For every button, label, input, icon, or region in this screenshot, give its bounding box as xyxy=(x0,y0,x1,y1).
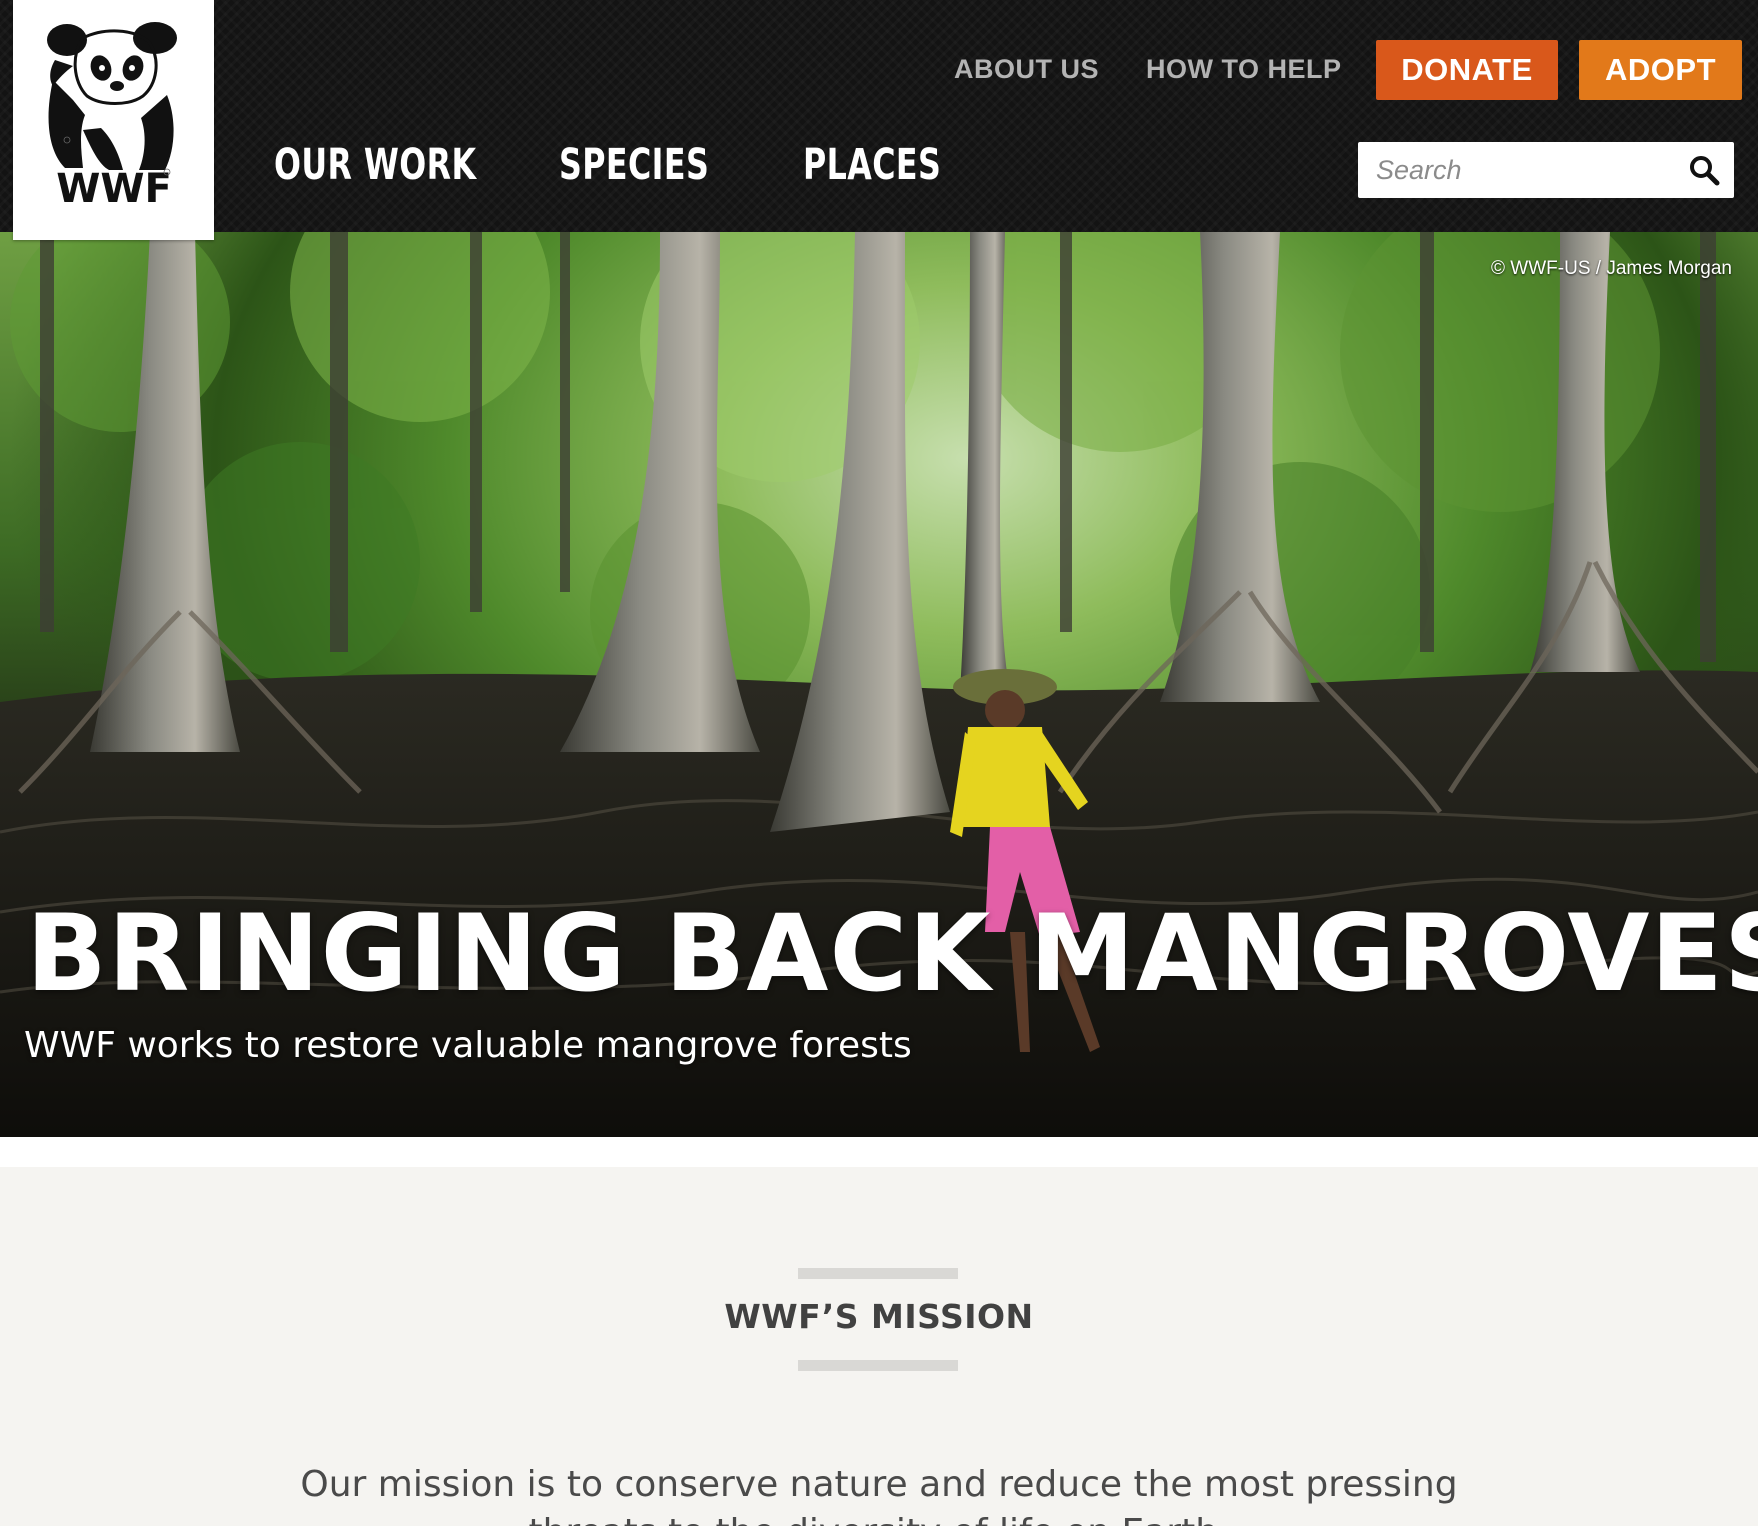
panda-logo-icon: WWF xyxy=(47,22,177,210)
mission-rule-top xyxy=(798,1268,958,1279)
nav-places[interactable]: PLACES xyxy=(803,140,941,190)
donate-button[interactable]: DONATE xyxy=(1376,40,1558,100)
nav-how-to-help[interactable]: HOW TO HELP xyxy=(1146,54,1342,85)
hero-subtitle[interactable]: WWF works to restore valuable mangrove f… xyxy=(24,1025,912,1066)
search-box xyxy=(1358,142,1734,198)
photo-credit: © WWF-US / James Morgan xyxy=(1491,258,1732,279)
divider-band xyxy=(0,1137,1758,1167)
mission-heading: WWF’S MISSION xyxy=(724,1297,1034,1336)
search-input[interactable] xyxy=(1358,142,1678,198)
hero-title[interactable]: BRINGING BACK MANGROVES xyxy=(26,892,1758,1015)
page: WWF ABOUT US HOW TO HELP DONATE ADOPT OU… xyxy=(0,0,1758,1526)
svg-text:WWF: WWF xyxy=(56,166,172,210)
hero-banner: © WWF-US / James Morgan BRINGING BACK MA… xyxy=(0,232,1758,1137)
mission-text: Our mission is to conserve nature and re… xyxy=(300,1464,1458,1526)
mission-rule-bottom xyxy=(798,1360,958,1371)
nav-our-work[interactable]: OUR WORK xyxy=(274,140,476,190)
nav-about-us[interactable]: ABOUT US xyxy=(954,54,1099,85)
nav-species[interactable]: SPECIES xyxy=(559,140,709,190)
search-icon[interactable] xyxy=(1688,154,1720,186)
adopt-button[interactable]: ADOPT xyxy=(1579,40,1742,100)
wwf-logo-link[interactable]: WWF xyxy=(13,0,214,240)
site-header: WWF ABOUT US HOW TO HELP DONATE ADOPT OU… xyxy=(0,0,1758,240)
utility-nav: ABOUT US HOW TO HELP DONATE ADOPT xyxy=(0,40,1758,100)
mission-section: WWF’S MISSION Our mission is to conserve… xyxy=(0,1167,1758,1526)
